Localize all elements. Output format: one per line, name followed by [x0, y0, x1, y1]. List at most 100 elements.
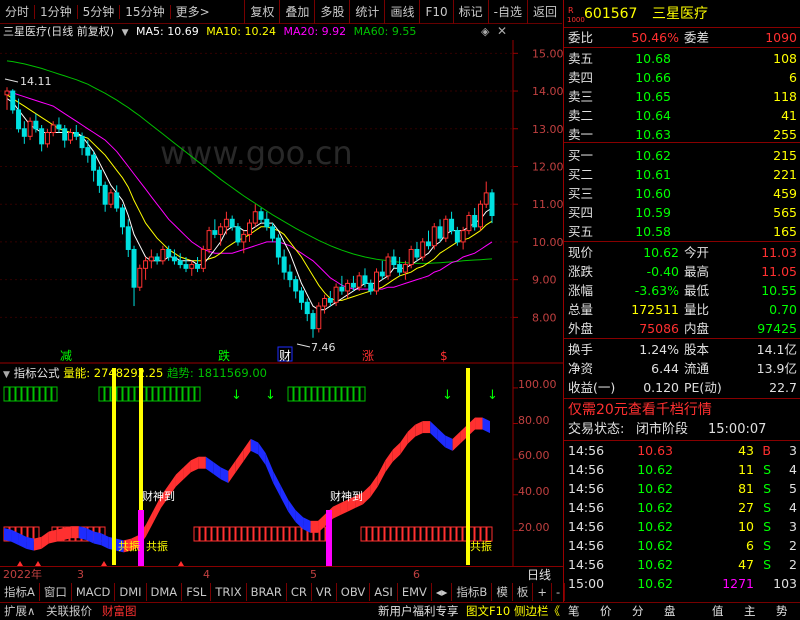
- red-box-bar: [432, 526, 439, 542]
- oscillator-band: [445, 435, 453, 451]
- ask-row: 卖三 10.65 118: [564, 88, 800, 106]
- green-box-bar: [176, 386, 183, 402]
- tab-cr[interactable]: CR: [287, 583, 312, 601]
- side-tab-shi[interactable]: 势: [776, 603, 788, 620]
- candle-body: [218, 226, 224, 235]
- zixuan-button[interactable]: -自选: [487, 0, 527, 24]
- candle-body: [374, 271, 380, 292]
- tab-asi[interactable]: ASI: [370, 583, 398, 601]
- tongji-button[interactable]: 统计: [349, 0, 384, 24]
- tab-emv[interactable]: EMV: [398, 583, 432, 601]
- tab-scroll-icon[interactable]: ◂▸: [432, 583, 453, 601]
- tab-1min[interactable]: 1分钟: [35, 0, 77, 24]
- wealth-chart-button[interactable]: 财富图: [102, 603, 137, 620]
- biaoji-button[interactable]: 标记: [452, 0, 488, 24]
- green-box-bar: [122, 386, 129, 402]
- indicator-tabs: 指标A 窗口 MACD DMI DMA FSL TRIX BRAR CR VR …: [0, 583, 566, 601]
- f10-button[interactable]: F10: [419, 0, 452, 24]
- tab-trix[interactable]: TRIX: [211, 583, 247, 601]
- red-box-bar: [289, 526, 296, 542]
- tab-indicator-a[interactable]: 指标A: [0, 583, 40, 601]
- promo-text[interactable]: 仅需20元查看千档行情: [568, 401, 712, 419]
- tab-dmi[interactable]: DMI: [115, 583, 147, 601]
- promo-row[interactable]: 仅需20元查看千档行情: [564, 401, 800, 419]
- candle-body: [50, 124, 56, 134]
- tab-brar[interactable]: BRAR: [247, 583, 287, 601]
- duogu-button[interactable]: 多股: [314, 0, 349, 24]
- kline-chart[interactable]: www.goo.cn 15.00 14.00 13.00 12.00 11.00 10.0…: [0, 24, 563, 567]
- diejia-button[interactable]: 叠加: [279, 0, 314, 24]
- tick-time: 14:56: [568, 462, 605, 477]
- marker-jian[interactable]: 减: [60, 349, 72, 363]
- tab-macd[interactable]: MACD: [72, 583, 116, 601]
- tick-time: 14:56: [568, 519, 605, 534]
- indicator-menu-icon[interactable]: ▼: [3, 370, 10, 380]
- caishen-bar: [326, 510, 332, 566]
- tab-ban[interactable]: 板: [513, 583, 534, 601]
- marker-cai[interactable]: 财: [279, 349, 291, 363]
- oscillator-band: [258, 442, 266, 466]
- tab-mo[interactable]: 模: [492, 583, 513, 601]
- candle-body: [270, 226, 276, 239]
- tab-dma[interactable]: DMA: [147, 583, 183, 601]
- sidebar-button[interactable]: 侧边栏《: [514, 603, 560, 620]
- tab-obv[interactable]: OBV: [337, 583, 371, 601]
- bid-label: 买一: [568, 148, 594, 163]
- side-tab-fen[interactable]: 分: [632, 603, 644, 620]
- red-box-bar: [295, 526, 302, 542]
- tick-volume: 1271: [722, 576, 754, 591]
- candle-body: [154, 256, 160, 262]
- price-axis-tick: 15.00: [532, 47, 563, 60]
- tick-time: 15:00: [568, 576, 605, 591]
- down-arrow-icon: ↓: [231, 388, 242, 403]
- tick-time: 14:56: [568, 481, 605, 496]
- zoom-in-button[interactable]: +: [533, 583, 552, 601]
- tab-fenshi[interactable]: 分时: [0, 0, 34, 24]
- tick-row: 14:56 10.62 6 S 2: [564, 537, 800, 555]
- green-box-bar: [335, 386, 342, 402]
- tick-price: 10.62: [637, 462, 673, 477]
- marker-dollar[interactable]: $: [440, 349, 448, 363]
- oscillator-band: [41, 531, 49, 549]
- oscillator-band: [475, 417, 483, 430]
- oscillator-band: [250, 438, 259, 455]
- bid-price: 10.61: [635, 167, 671, 182]
- side-tab-pan[interactable]: 盘: [664, 603, 676, 620]
- tab-more[interactable]: 更多>: [171, 0, 215, 24]
- oscillator-band: [288, 499, 296, 523]
- tick-volume: 47: [738, 557, 754, 572]
- side-tab-zhu[interactable]: 主: [744, 603, 756, 620]
- tab-5min[interactable]: 5分钟: [78, 0, 120, 24]
- green-box-bar: [164, 386, 171, 402]
- ind-axis-80: 80.00: [518, 414, 550, 427]
- oscillator-band: [280, 485, 289, 512]
- tick-price: 10.62: [637, 519, 673, 534]
- tab-vr[interactable]: VR: [312, 583, 337, 601]
- red-box-bar: [235, 526, 242, 542]
- back-button[interactable]: 返回: [526, 0, 562, 24]
- price-axis-tick: 10.00: [532, 236, 563, 249]
- candle-body: [79, 135, 85, 149]
- tab-window[interactable]: 窗口: [40, 583, 72, 601]
- side-tab-jia[interactable]: 价: [600, 603, 612, 620]
- indicator-name[interactable]: 指标公式: [14, 366, 60, 380]
- green-box-bar: [305, 386, 312, 402]
- red-box-bar: [438, 526, 445, 542]
- side-tab-zhi[interactable]: 值: [712, 603, 724, 620]
- marker-die[interactable]: 跌: [218, 348, 230, 363]
- f10-text-button[interactable]: 图文F10: [466, 603, 510, 620]
- side-tab-bi[interactable]: 笔: [568, 603, 580, 620]
- marker-zhang[interactable]: 涨: [362, 348, 374, 363]
- new-user-promo[interactable]: 新用户福利专享: [378, 603, 459, 620]
- fuquan-button[interactable]: 复权: [244, 0, 279, 24]
- huaxian-button[interactable]: 画线: [384, 0, 419, 24]
- tab-fsl[interactable]: FSL: [182, 583, 212, 601]
- expand-button[interactable]: 扩展∧: [4, 603, 35, 620]
- tab-indicator-b[interactable]: 指标B: [452, 583, 493, 601]
- green-box-bar: [194, 386, 201, 402]
- tab-15min[interactable]: 15分钟: [120, 0, 169, 24]
- tick-count: 4: [789, 500, 797, 515]
- indicator-header: ▼ 指标公式 量能: 2748292.25 趋势: 1811569.00: [3, 365, 267, 381]
- red-box-bar: [396, 526, 403, 542]
- related-quote-button[interactable]: 关联报价: [46, 603, 92, 620]
